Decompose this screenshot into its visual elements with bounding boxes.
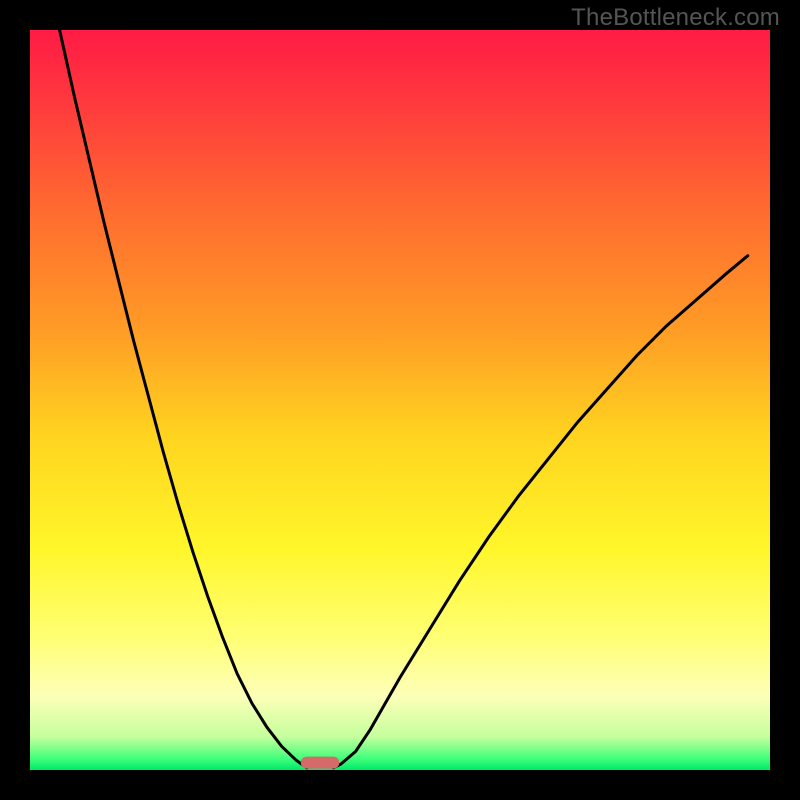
chart-container: { "watermark": "TheBottleneck.com", "cha… [0, 0, 800, 800]
watermark-text: TheBottleneck.com [571, 4, 780, 32]
minimum-marker [301, 757, 340, 769]
bottleneck-chart [0, 0, 800, 800]
gradient-background [30, 30, 770, 770]
